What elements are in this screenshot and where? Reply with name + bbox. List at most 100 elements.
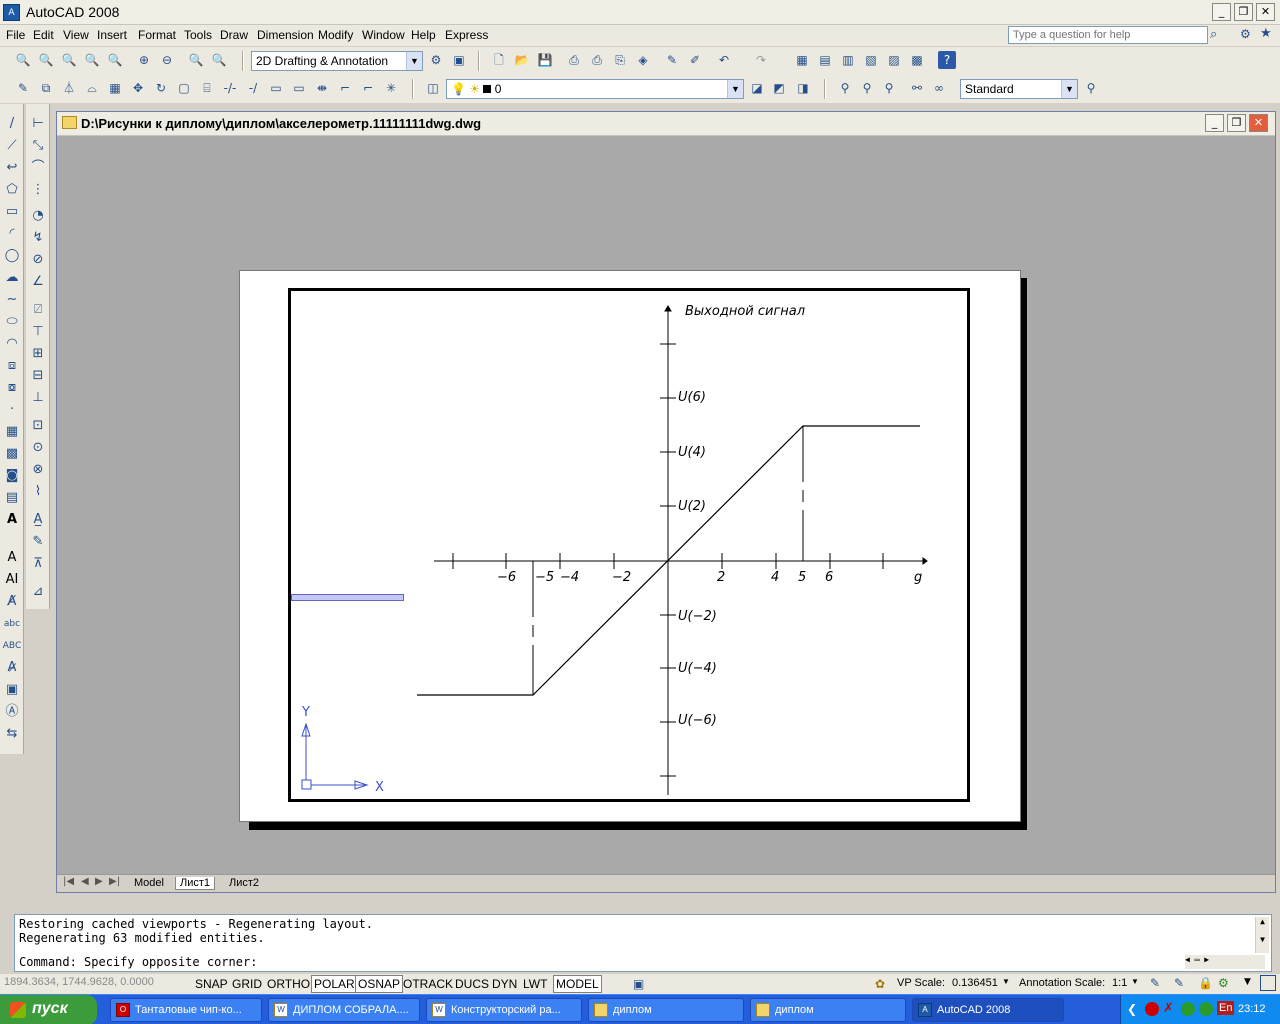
join-icon[interactable]: ⇼ (313, 79, 331, 97)
annotation-scale-value[interactable]: 1:1 (1112, 977, 1127, 989)
zoom-all-icon[interactable]: 🔍 (187, 51, 205, 69)
3d-dwf-icon[interactable]: ◈ (634, 51, 652, 69)
tab-list2[interactable]: Лист2 (229, 877, 259, 889)
otrack-toggle[interactable]: OTRACK (400, 975, 456, 993)
tray-settings-icon[interactable]: ⚙ (1218, 976, 1229, 990)
polar-toggle[interactable]: POLAR (311, 975, 358, 993)
revision-cloud-icon[interactable]: ☁ (2, 268, 22, 288)
tab-model[interactable]: Model (134, 877, 164, 889)
dimension-style-icon[interactable]: ⊿ (28, 582, 48, 602)
status-menu-icon[interactable]: ▼ (1244, 977, 1251, 987)
zoom-extents-icon[interactable]: 🔍 (210, 51, 228, 69)
zoom-in-icon[interactable]: ⊕ (135, 51, 153, 69)
publish-icon[interactable]: ⎘ (611, 51, 629, 69)
close-icon[interactable]: ✕ (1256, 3, 1275, 21)
break-at-point-icon[interactable]: ▭ (290, 79, 308, 97)
radius-icon[interactable]: ◔ (28, 206, 48, 226)
markup-icon[interactable]: ▨ (885, 51, 903, 69)
ellipse-icon[interactable]: ⬭ (2, 312, 22, 332)
space-icon[interactable]: ⊟ (28, 366, 48, 386)
scale-text-icon[interactable]: ▣ (2, 680, 22, 700)
layer-dropdown[interactable]: 💡 ☀ 0 ▼ (446, 79, 744, 99)
trim-icon[interactable]: -/- (221, 79, 239, 97)
region-icon[interactable]: ◙ (2, 466, 22, 486)
dimension-update-icon[interactable]: ⊼ (28, 554, 48, 574)
polyline-icon[interactable]: ↩ (2, 158, 22, 178)
dimension-text-edit-icon[interactable]: ✎ (28, 532, 48, 552)
tolerance-icon[interactable]: ⊡ (28, 416, 48, 436)
menu-edit[interactable]: Edit (33, 28, 54, 42)
circle-icon[interactable]: ◯ (2, 246, 22, 266)
menu-tools[interactable]: Tools (184, 28, 212, 42)
save-icon[interactable]: 💾 (536, 51, 554, 69)
menu-help[interactable]: Help (411, 28, 436, 42)
layer-manager-icon[interactable]: ◫ (424, 79, 442, 97)
lock-icon[interactable]: 🔒 (1198, 976, 1213, 990)
favorites-icon[interactable]: ★ (1260, 26, 1272, 41)
task-folder-diploma-1[interactable]: диплом (588, 998, 744, 1022)
calculator-icon[interactable]: ▩ (908, 51, 926, 69)
arc-length-icon[interactable]: ⌒ (28, 158, 48, 178)
spline-icon[interactable]: ∼ (2, 290, 22, 310)
open-file-icon[interactable]: 📂 (513, 51, 531, 69)
search-icon[interactable]: ⌕ (1210, 27, 1217, 42)
grid-toggle[interactable]: GRID (229, 975, 265, 993)
help-search-input[interactable] (1008, 26, 1208, 44)
edit-text-icon[interactable]: A̸ (2, 592, 22, 612)
menu-express[interactable]: Express (445, 28, 488, 42)
undo-icon[interactable]: ↶ (715, 51, 733, 69)
menu-window[interactable]: Window (362, 28, 405, 42)
delete-action-icon[interactable]: ⚲ (880, 79, 898, 97)
style-manager-icon[interactable]: ⚲ (1082, 79, 1100, 97)
array-icon[interactable]: ▦ (106, 79, 124, 97)
snap-toggle[interactable]: SNAP (192, 975, 231, 993)
justify-text-icon[interactable]: Ⓐ (2, 702, 22, 722)
redo-icon[interactable]: ↷ (752, 51, 770, 69)
command-scrollbar[interactable]: ▲ ▼ (1255, 917, 1269, 953)
find-text-icon[interactable]: abc (2, 614, 22, 634)
icq-icon[interactable] (1199, 1002, 1213, 1016)
jogged-linear-icon[interactable]: ⌇ (28, 482, 48, 502)
design-center-icon[interactable]: ▤ (816, 51, 834, 69)
make-block-icon[interactable]: ⧇ (2, 378, 22, 398)
osnap-toggle[interactable]: OSNAP (355, 975, 404, 993)
rotate-icon[interactable]: ↻ (152, 79, 170, 97)
gradient-icon[interactable]: ▩ (2, 444, 22, 464)
task-word-diploma[interactable]: W ДИПЛОМ СОБРАЛА.... (268, 998, 420, 1022)
model-toggle[interactable]: MODEL (553, 975, 602, 993)
parameter-icon[interactable]: ⚲ (836, 79, 854, 97)
tool-palettes-icon[interactable]: ▥ (839, 51, 857, 69)
chevron-down-icon[interactable]: ▼ (406, 52, 422, 70)
center-mark-icon[interactable]: ⊙ (28, 438, 48, 458)
chevron-down-icon[interactable]: ▼ (1061, 80, 1077, 98)
coordinates-readout[interactable]: 1894.3634, 1744.9628, 0.0000 (4, 976, 186, 992)
minimize-icon[interactable]: _ (1212, 3, 1231, 21)
restore-icon[interactable]: ❐ (1234, 3, 1253, 21)
ordinate-icon[interactable]: ⋮ (28, 180, 48, 200)
extend-icon[interactable]: -/ (244, 79, 262, 97)
task-opera[interactable]: O Танталовые чип-ко... (110, 998, 262, 1022)
zoom-realtime-icon[interactable]: 🔍 (14, 51, 32, 69)
arc-icon[interactable]: ◜ (2, 224, 22, 244)
convert-distance-icon[interactable]: ⇆ (2, 724, 22, 744)
task-autocad[interactable]: A AutoCAD 2008 (912, 998, 1064, 1022)
tab-prev-icon[interactable]: ◀ (81, 876, 89, 887)
menu-format[interactable]: Format (138, 28, 176, 42)
tab-list1[interactable]: Лист1 (175, 877, 216, 890)
task-word-design[interactable]: W Конструкторский ра... (426, 998, 582, 1022)
properties-icon[interactable]: ▦ (793, 51, 811, 69)
layer-states-icon[interactable]: ◨ (794, 79, 812, 97)
chevron-down-icon[interactable]: ▼ (727, 80, 743, 98)
plot-preview-icon[interactable]: ⎙ (588, 51, 606, 69)
attribute-icon[interactable]: ⚯ (908, 79, 926, 97)
tab-next-icon[interactable]: ▶ (95, 876, 103, 887)
command-prompt[interactable]: Command: Specify opposite corner: (19, 955, 257, 969)
menu-modify[interactable]: Modify (318, 28, 353, 42)
ellipse-arc-icon[interactable]: ◠ (2, 334, 22, 354)
explode-icon[interactable]: ✳ (382, 79, 400, 97)
action-icon[interactable]: ⚲ (858, 79, 876, 97)
language-indicator[interactable]: En (1217, 1001, 1235, 1015)
vp-scale-value[interactable]: 0.136451 (952, 977, 998, 989)
tray-expand-icon[interactable]: ❮ (1127, 1002, 1137, 1016)
layer-previous-icon[interactable]: ◩ (770, 79, 788, 97)
